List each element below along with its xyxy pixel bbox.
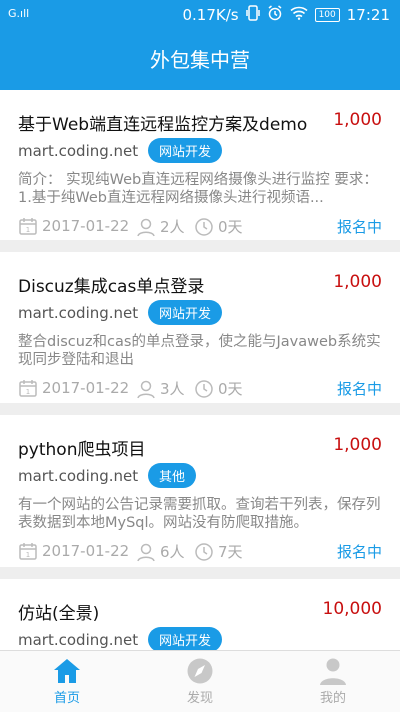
network-speed: 0.17K/s bbox=[182, 6, 239, 24]
project-site: mart.coding.net bbox=[18, 304, 139, 322]
project-site: mart.coding.net bbox=[18, 467, 139, 485]
alarm-icon bbox=[267, 5, 283, 25]
people-count: 3人 bbox=[160, 380, 185, 398]
project-meta: 1 2017-01-22 2人 0天 报名中 bbox=[18, 216, 382, 240]
people-item: 3人 bbox=[136, 378, 185, 399]
tab-label: 首页 bbox=[53, 691, 80, 706]
category-tag: 其他 bbox=[148, 463, 197, 488]
project-price: 1,000 bbox=[333, 435, 382, 455]
person-icon bbox=[137, 380, 155, 398]
project-card[interactable]: python爬虫项目 1,000 mart.coding.net 其他 有一个网… bbox=[0, 415, 400, 567]
app-header: 外包集中营 bbox=[0, 30, 400, 90]
date-text: 2017-01-22 bbox=[42, 217, 130, 235]
user-icon bbox=[320, 658, 346, 685]
days-item: 0天 bbox=[194, 216, 243, 237]
date-text: 2017-01-22 bbox=[42, 542, 130, 560]
svg-text:1: 1 bbox=[26, 551, 30, 559]
person-icon bbox=[137, 543, 155, 561]
clock-icon bbox=[195, 379, 213, 398]
project-card[interactable]: 仿站(全景) 10,000 mart.coding.net 网站开发 bbox=[0, 579, 400, 650]
home-icon bbox=[54, 659, 80, 683]
people-count: 6人 bbox=[160, 543, 185, 561]
days-count: 7天 bbox=[218, 543, 243, 561]
days-item: 7天 bbox=[194, 541, 243, 562]
date-text: 2017-01-22 bbox=[42, 379, 130, 397]
project-title: 基于Web端直连远程监控方案及demo bbox=[18, 115, 308, 135]
calendar-icon: 1 bbox=[19, 380, 37, 397]
vibrate-icon bbox=[245, 5, 260, 25]
project-title: 仿站(全景) bbox=[18, 604, 100, 624]
date-item: 1 2017-01-22 bbox=[18, 541, 129, 561]
category-tag: 网站开发 bbox=[148, 300, 223, 325]
tab-mine[interactable]: 我的 bbox=[293, 657, 373, 706]
person-icon bbox=[137, 218, 155, 236]
project-description: 整合discuz和cas的单点登录，使之能与Javaweb系统实现同步登陆和退出 bbox=[18, 334, 381, 368]
page-title: 外包集中营 bbox=[150, 48, 250, 72]
people-item: 2人 bbox=[136, 216, 185, 237]
project-card[interactable]: 基于Web端直连远程监控方案及demo 1,000 mart.coding.ne… bbox=[0, 90, 400, 240]
project-site: mart.coding.net bbox=[18, 142, 139, 160]
category-tag: 网站开发 bbox=[148, 627, 223, 650]
status-right: 0.17K/s 100 17:21 bbox=[175, 5, 390, 25]
project-list[interactable]: 基于Web端直连远程监控方案及demo 1,000 mart.coding.ne… bbox=[0, 90, 400, 650]
clock: 17:21 bbox=[346, 6, 390, 24]
calendar-icon: 1 bbox=[19, 543, 37, 560]
project-card[interactable]: Discuz集成cas单点登录 1,000 mart.coding.net 网站… bbox=[0, 252, 400, 403]
days-item: 0天 bbox=[194, 378, 243, 399]
divider bbox=[0, 240, 400, 252]
tab-discover[interactable]: 发现 bbox=[160, 657, 240, 706]
svg-text:1: 1 bbox=[26, 226, 30, 234]
project-site: mart.coding.net bbox=[18, 631, 139, 649]
tab-label: 我的 bbox=[319, 691, 346, 706]
signup-status[interactable]: 报名中 bbox=[337, 216, 382, 237]
tab-home[interactable]: 首页 bbox=[27, 657, 107, 706]
date-item: 1 2017-01-22 bbox=[18, 378, 129, 398]
signal-indicator: G.ıll bbox=[8, 7, 30, 20]
days-count: 0天 bbox=[218, 380, 243, 398]
tab-label: 发现 bbox=[186, 691, 213, 706]
compass-icon bbox=[187, 658, 213, 684]
project-price: 10,000 bbox=[322, 599, 382, 619]
signup-status[interactable]: 报名中 bbox=[337, 378, 382, 399]
people-count: 2人 bbox=[160, 218, 185, 236]
project-description: 有一个网站的公告记录需要抓取。查询若干列表，保存列表数据到本地MySql。网站没… bbox=[18, 497, 381, 531]
wifi-icon bbox=[290, 6, 308, 24]
project-description: 简介： 实现纯Web直连远程网络摄像头进行监控 要求： 1.基于纯Web直连远程… bbox=[18, 172, 378, 206]
battery-indicator: 100 bbox=[314, 8, 340, 22]
project-price: 1,000 bbox=[333, 272, 382, 292]
svg-text:1: 1 bbox=[26, 388, 30, 396]
status-bar: G.ıll 0.17K/s 100 17:21 bbox=[0, 0, 400, 30]
clock-icon bbox=[195, 542, 213, 561]
project-price: 1,000 bbox=[333, 110, 382, 130]
divider bbox=[0, 567, 400, 579]
calendar-icon: 1 bbox=[19, 218, 37, 235]
days-count: 0天 bbox=[218, 218, 243, 236]
clock-icon bbox=[195, 217, 213, 236]
bottom-tab-bar: 首页 发现 我的 bbox=[0, 650, 400, 712]
date-item: 1 2017-01-22 bbox=[18, 216, 129, 236]
project-title: Discuz集成cas单点登录 bbox=[18, 277, 205, 297]
people-item: 6人 bbox=[136, 541, 185, 562]
divider bbox=[0, 403, 400, 415]
category-tag: 网站开发 bbox=[148, 138, 223, 163]
project-title: python爬虫项目 bbox=[18, 440, 146, 460]
project-meta: 1 2017-01-22 6人 7天 报名中 bbox=[18, 541, 382, 565]
signup-status[interactable]: 报名中 bbox=[337, 541, 382, 562]
project-meta: 1 2017-01-22 3人 0天 报名中 bbox=[18, 378, 382, 402]
